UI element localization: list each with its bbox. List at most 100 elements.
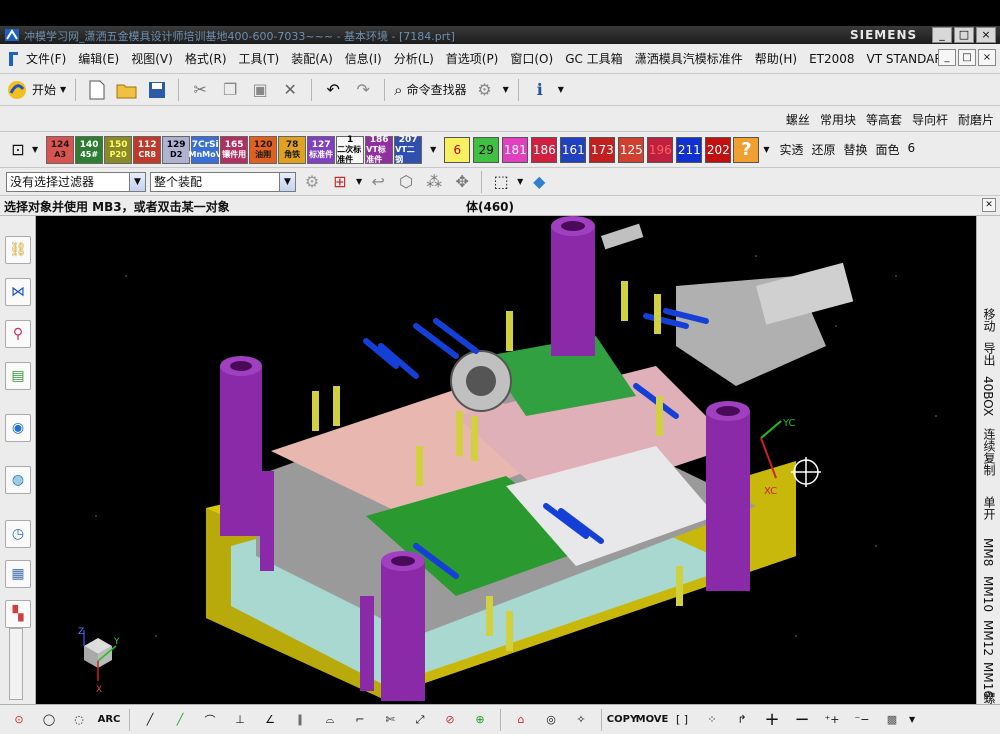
color-number-button[interactable]: 196 xyxy=(647,136,674,163)
arc-center-button[interactable]: ◌ xyxy=(66,708,92,732)
system-materials-tab[interactable]: ▦ xyxy=(5,560,31,588)
copy-button[interactable]: ❐ xyxy=(218,78,242,102)
roles-tab[interactable]: ▚ xyxy=(5,600,31,628)
redo-button[interactable]: ↷ xyxy=(351,78,375,102)
graphics-viewport[interactable]: YC XC Z Y X xyxy=(36,216,976,704)
close-button[interactable]: × xyxy=(976,27,996,43)
menu-help[interactable]: 帮助(H) xyxy=(749,50,803,67)
color-number-button[interactable]: 29 xyxy=(473,136,500,163)
pattern-button[interactable]: ⁘ xyxy=(699,708,725,732)
menu-file[interactable]: 文件(F) xyxy=(20,50,72,67)
chevron-down-icon[interactable]: ▼ xyxy=(909,715,915,724)
toolbar-item-shoulder-sleeve[interactable]: 等高套 xyxy=(866,111,902,128)
material-button[interactable]: 165 镶件用 xyxy=(220,135,249,164)
add-point-button[interactable]: ⁺+ xyxy=(819,708,845,732)
offset-button[interactable]: ⊘ xyxy=(437,708,463,732)
color-number-button[interactable]: 186 xyxy=(531,136,558,163)
transparent-button[interactable]: 实透 xyxy=(779,141,803,158)
zoom-out-button[interactable]: − xyxy=(789,708,815,732)
material-button[interactable]: 78 角铁 xyxy=(278,135,307,164)
thumbnail-button[interactable]: ▩ xyxy=(879,708,905,732)
material-button[interactable]: 7CrSi MnMoV xyxy=(189,135,222,164)
menu-view[interactable]: 视图(V) xyxy=(125,50,179,67)
snap-point-button[interactable]: ⊞ xyxy=(328,170,352,194)
clock-tab[interactable]: ◷ xyxy=(5,520,31,548)
chevron-down-icon[interactable]: ▼ xyxy=(32,145,38,154)
move-geometry-button[interactable]: MOVE xyxy=(636,708,669,732)
face-color-button[interactable]: 面色 xyxy=(876,141,900,158)
color-number-button[interactable]: 181 xyxy=(502,136,529,163)
arrow-button[interactable]: ↩ xyxy=(366,170,390,194)
trim-button[interactable]: ✄ xyxy=(377,708,403,732)
material-button[interactable]: 120 油刚 xyxy=(249,135,278,164)
filter-reset-button[interactable]: ⚙ xyxy=(300,170,324,194)
arc-tangent-button[interactable]: ⌓ xyxy=(317,708,343,732)
menu-analysis[interactable]: 分析(L) xyxy=(388,50,440,67)
menu-assembly[interactable]: 装配(A) xyxy=(285,50,339,67)
cut-button[interactable]: ✂ xyxy=(188,78,212,102)
menu-mold-standard-parts[interactable]: 潇洒模具汽模标准件 xyxy=(629,50,749,67)
undo-button[interactable]: ↶ xyxy=(321,78,345,102)
part-navigator-tab[interactable]: ⚲ xyxy=(5,320,31,348)
chevron-down-icon[interactable]: ▼ xyxy=(356,177,362,186)
selection-scope-select[interactable]: 整个装配 ▼ xyxy=(150,171,296,192)
new-file-button[interactable] xyxy=(85,78,109,102)
doc-minimize-button[interactable]: _ xyxy=(938,49,956,66)
line-angle-button[interactable]: ∠ xyxy=(257,708,283,732)
chevron-down-icon[interactable]: ▼ xyxy=(558,85,564,94)
chamfer-button[interactable]: ⊕ xyxy=(467,708,493,732)
color-number-button[interactable]: 173 xyxy=(589,136,616,163)
material-button[interactable]: 1 二次标准件 xyxy=(336,135,365,164)
open-folder-button[interactable] xyxy=(115,78,139,102)
line-parallel-button[interactable]: ∥ xyxy=(287,708,313,732)
move-button[interactable]: ✥ xyxy=(450,170,474,194)
color-number-button[interactable]: 6 xyxy=(444,136,471,163)
zoom-in-button[interactable]: + xyxy=(759,708,785,732)
right-item-export[interactable]: 导出 xyxy=(981,342,998,366)
delete-button[interactable]: ✕ xyxy=(278,78,302,102)
doc-close-button[interactable]: × xyxy=(978,49,996,66)
right-item-continuous-copy[interactable]: 连续复制 xyxy=(981,428,998,476)
right-item-mm8[interactable]: MM8 xyxy=(981,538,995,566)
command-finder-button[interactable]: ⌕ 命令查找器 xyxy=(394,81,466,99)
right-item-move[interactable]: 移动 xyxy=(981,308,998,332)
material-button[interactable]: 150 P20 xyxy=(104,135,133,164)
customize-button[interactable]: ⚙ xyxy=(473,78,497,102)
material-button[interactable]: 129 D2 xyxy=(162,135,191,164)
menu-info[interactable]: 信息(I) xyxy=(339,50,388,67)
circle-button[interactable]: ◯ xyxy=(36,708,62,732)
chevron-down-icon[interactable]: ▼ xyxy=(430,145,436,154)
chevron-down-icon[interactable]: ▼ xyxy=(503,85,509,94)
replace-button[interactable]: 替换 xyxy=(844,141,868,158)
doc-restore-button[interactable]: □ xyxy=(958,49,976,66)
constraint-navigator-tab[interactable]: ⋈ xyxy=(5,278,31,306)
copy-geometry-button[interactable]: COPY xyxy=(607,708,637,732)
toolbar-item-guide-rod[interactable]: 导向杆 xyxy=(912,111,948,128)
rectangle-select-button[interactable]: ⬚ xyxy=(489,170,513,194)
internet-explorer-tab[interactable]: ◉ xyxy=(5,414,31,442)
point-button[interactable]: ⊙ xyxy=(6,708,32,732)
help-button[interactable]: ? xyxy=(733,136,760,163)
left-dock-scrollbar[interactable] xyxy=(9,628,23,700)
right-item-mm10[interactable]: MM10 xyxy=(981,576,995,612)
assembly-button[interactable]: ⁂ xyxy=(422,170,446,194)
menu-preferences[interactable]: 首选项(P) xyxy=(440,50,505,67)
material-button[interactable]: 127 标准件 xyxy=(307,135,336,164)
solid-body-button[interactable]: ◆ xyxy=(527,170,551,194)
info-button[interactable]: ℹ xyxy=(528,78,552,102)
start-button[interactable]: 开始 ▼ xyxy=(6,79,66,101)
remove-point-button[interactable]: ⁻− xyxy=(849,708,875,732)
line-tangent-button[interactable]: ⌒ xyxy=(197,708,223,732)
bracket-button[interactable]: [ ] xyxy=(669,708,695,732)
toolbar-item-wear-plate[interactable]: 耐磨片 xyxy=(958,111,994,128)
menu-et2008[interactable]: ET2008 xyxy=(803,52,860,66)
color-number-button[interactable]: 161 xyxy=(560,136,587,163)
menu-window[interactable]: 窗口(O) xyxy=(504,50,559,67)
line-point-button[interactable]: ╱ xyxy=(167,708,193,732)
status-close-icon[interactable]: ✕ xyxy=(982,198,996,212)
menu-edit[interactable]: 编辑(E) xyxy=(72,50,125,67)
polygon-button[interactable]: ✧ xyxy=(568,708,594,732)
color-number-button[interactable]: 202 xyxy=(705,136,732,163)
right-item-40box[interactable]: 40BOX xyxy=(981,376,995,416)
menu-tools[interactable]: 工具(T) xyxy=(233,50,286,67)
